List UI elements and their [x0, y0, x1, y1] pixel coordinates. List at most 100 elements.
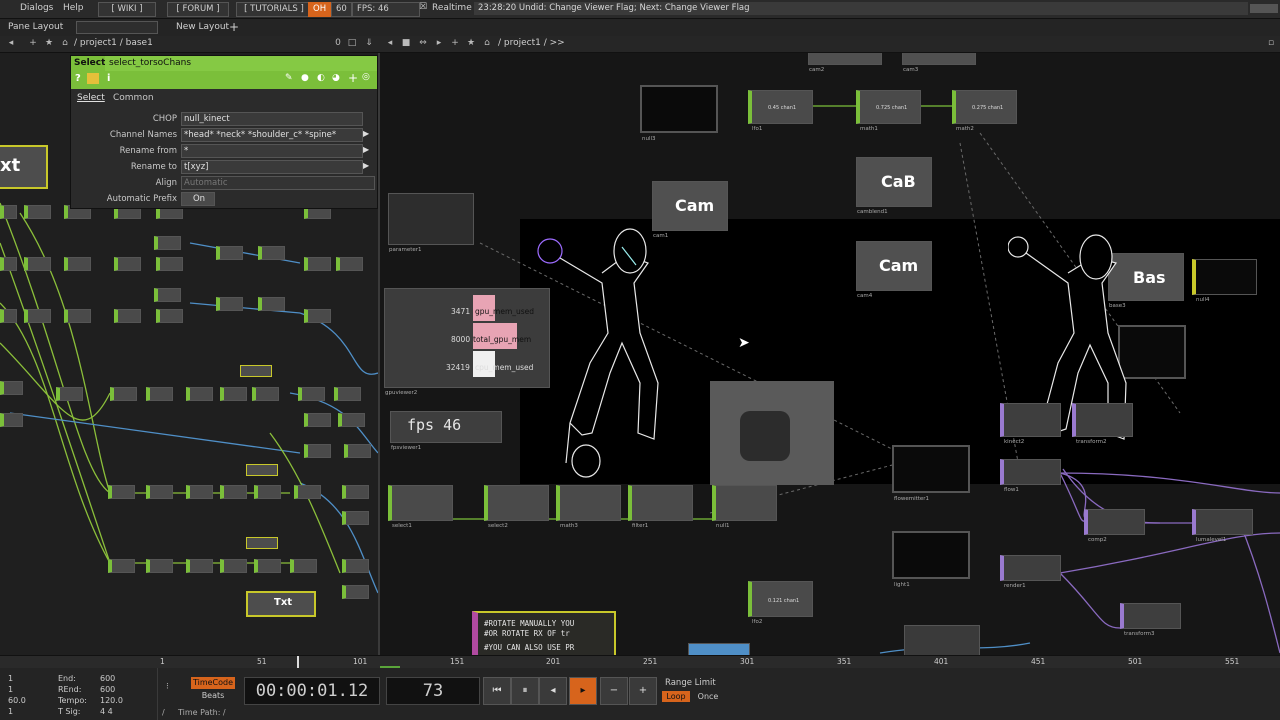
chop-node[interactable] — [216, 297, 243, 311]
star-icon-right[interactable]: ★ — [466, 38, 476, 48]
star-icon[interactable]: ★ — [44, 38, 54, 48]
chop-node[interactable] — [304, 309, 331, 323]
chop-node[interactable] — [336, 257, 363, 271]
dat-node[interactable] — [246, 464, 278, 476]
lfo1-node[interactable]: 0.45 chan1 lfo1 — [748, 90, 813, 132]
palette-icon[interactable]: ◕ — [332, 73, 340, 83]
gpuviewer2-node[interactable]: 3471 gpu_mem_used 8000 total_gpu_mem 324… — [384, 288, 550, 396]
select1-node[interactable]: select1 — [388, 485, 453, 529]
param-rename-from-field[interactable]: * — [181, 144, 363, 158]
chop-node[interactable] — [186, 559, 213, 573]
chop-node[interactable] — [290, 559, 317, 573]
param-rename-to-field[interactable]: t[xyz] — [181, 160, 363, 174]
beats-toggle[interactable]: Beats — [191, 690, 235, 702]
chop-node[interactable] — [64, 309, 91, 323]
chop-node[interactable] — [216, 246, 243, 260]
chop-node[interactable] — [56, 387, 83, 401]
chop-node[interactable] — [344, 444, 371, 458]
chop-node[interactable] — [156, 257, 183, 271]
zero-icon[interactable]: 0 — [333, 38, 343, 48]
stop-icon[interactable]: ■ — [401, 38, 411, 48]
chop-node[interactable] — [110, 387, 137, 401]
op-name-field[interactable]: select_torsoChans — [105, 56, 377, 71]
fps-cap-button[interactable]: 60 — [331, 2, 352, 17]
chop-node[interactable] — [258, 297, 285, 311]
tab-common[interactable]: Common — [113, 93, 154, 103]
chop-node[interactable] — [146, 485, 173, 499]
chop-node[interactable] — [342, 585, 369, 599]
info-icon[interactable]: i — [107, 73, 110, 84]
flowemitter1-node[interactable]: flowemitter1 — [892, 445, 970, 502]
clone-icon[interactable]: ◐ — [317, 73, 325, 83]
timeline-ruler[interactable]: 1 51 101 151 201 251 301 351 401 451 501… — [0, 655, 1280, 669]
chop-node[interactable] — [156, 309, 183, 323]
chop-node[interactable] — [220, 387, 247, 401]
camblend1-node[interactable]: CaB camblend1 — [856, 157, 932, 215]
tab-select[interactable]: Select — [77, 93, 105, 103]
chop-node[interactable] — [254, 559, 281, 573]
cam4-node[interactable]: Cam cam4 — [856, 241, 932, 299]
target-icon[interactable]: ◎ — [362, 72, 370, 82]
render1-node[interactable]: render1 — [1000, 555, 1061, 589]
chop-node[interactable] — [24, 205, 51, 219]
chop-node[interactable] — [186, 387, 213, 401]
dat-node[interactable] — [246, 537, 278, 549]
chop-node[interactable] — [108, 559, 135, 573]
param-automatic-prefix-toggle[interactable]: On — [181, 192, 215, 206]
transform2-node[interactable]: transform2 — [1072, 403, 1133, 445]
chop-node[interactable] — [0, 413, 23, 427]
pause-icon[interactable]: ⏸ — [511, 677, 539, 705]
chop-node[interactable] — [0, 381, 23, 395]
fpsviewer1-node[interactable]: fps 46 fpsviewer1 — [390, 411, 502, 451]
bottom-node[interactable] — [904, 625, 980, 655]
chop-node[interactable] — [342, 485, 369, 499]
chop-node[interactable] — [342, 511, 369, 525]
math3-node[interactable]: math3 — [556, 485, 621, 529]
tsig-value[interactable]: 4 4 — [100, 707, 113, 716]
chop-node[interactable] — [154, 236, 181, 250]
collapse-icon[interactable]: ⁝ — [166, 682, 169, 692]
chop-node[interactable] — [342, 559, 369, 573]
dat-node[interactable] — [240, 365, 272, 377]
realtime-checkbox[interactable]: ☒ — [419, 2, 427, 12]
once-toggle[interactable]: Once — [694, 691, 722, 702]
chop-node[interactable] — [338, 413, 365, 427]
chop-node[interactable] — [252, 387, 279, 401]
chop-node[interactable] — [108, 485, 135, 499]
param-channel-names-field[interactable]: *head* *neck* *shoulder_c* *spine* — [181, 128, 363, 142]
right-path[interactable]: / project1 / >> — [498, 38, 565, 48]
tutorials-button[interactable]: [ TUTORIALS ] — [236, 2, 312, 17]
cam2-node[interactable]: cam2 — [808, 53, 882, 73]
tempo-value[interactable]: 120.0 — [100, 696, 123, 705]
chop-node[interactable] — [114, 257, 141, 271]
rend-value[interactable]: 600 — [100, 685, 115, 694]
chop-node[interactable] — [304, 444, 331, 458]
lumalevel1-node[interactable]: lumalevel1 — [1192, 509, 1253, 543]
chop-node[interactable] — [24, 257, 51, 271]
timecode-display[interactable]: 00:00:01.12 — [244, 677, 380, 705]
menu-help[interactable]: Help — [63, 3, 84, 13]
null3-node[interactable]: null3 — [640, 85, 718, 142]
chop-node[interactable] — [0, 257, 17, 271]
select2-node[interactable]: select2 — [484, 485, 549, 529]
tsig-a-value[interactable]: 1 — [8, 707, 13, 716]
chop-node[interactable] — [254, 485, 281, 499]
chop-node[interactable] — [298, 387, 325, 401]
play-icon[interactable]: ▸ — [569, 677, 597, 705]
rewind-icon[interactable]: ⏮ — [483, 677, 511, 705]
end-value[interactable]: 600 — [100, 674, 115, 683]
chop-node[interactable] — [24, 309, 51, 323]
chop-node[interactable] — [220, 559, 247, 573]
math1-node[interactable]: 0.725 chan1 math1 — [856, 90, 921, 132]
filter1-node[interactable]: filter1 — [628, 485, 693, 529]
plus-icon-transport[interactable]: + — [629, 677, 657, 705]
home-icon-right[interactable]: ⌂ — [482, 38, 492, 48]
arrows-icon[interactable]: ⇔ — [418, 38, 428, 48]
collapse-icon[interactable]: ▫ — [1266, 38, 1276, 48]
timecode-toggle[interactable]: TimeCode — [191, 677, 235, 689]
plus-icon-right[interactable]: + — [450, 38, 460, 48]
chop-node[interactable] — [0, 205, 17, 219]
cam3-node[interactable]: cam3 — [902, 53, 976, 73]
start-value[interactable]: 1 — [8, 674, 13, 683]
pane-layout-buttons[interactable] — [76, 21, 158, 34]
